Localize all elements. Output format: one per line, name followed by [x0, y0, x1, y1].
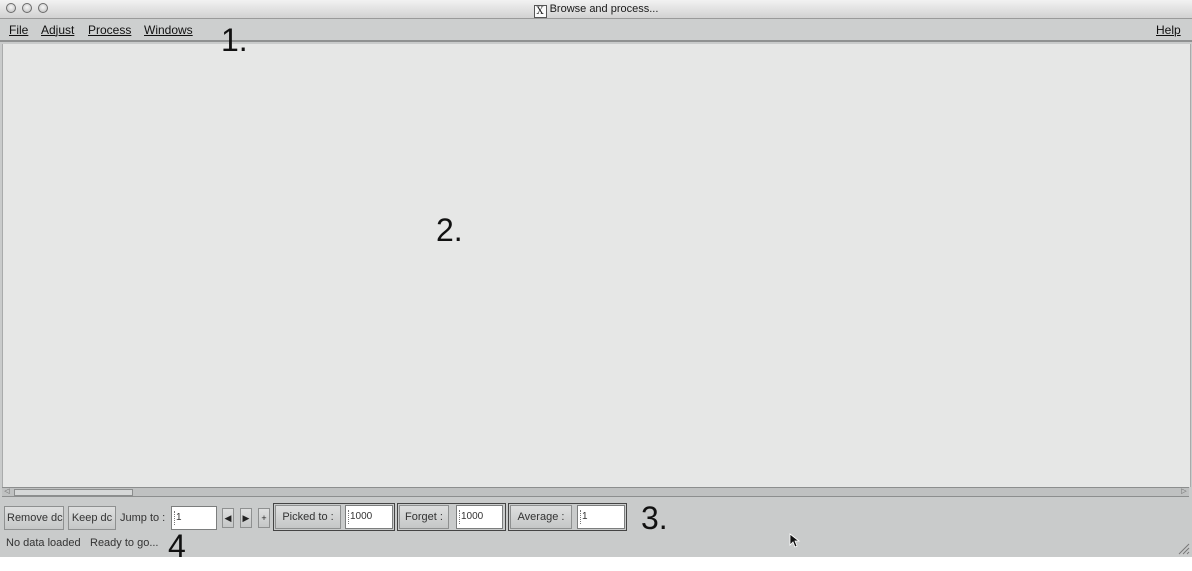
scroll-thumb[interactable]: [14, 489, 133, 496]
browse-and-process-window: X Browse and process... File Adjust Proce…: [0, 0, 1192, 557]
horizontal-scrollbar[interactable]: ◁ ▷: [2, 487, 1189, 497]
status-state: Ready to go...: [90, 537, 159, 549]
average-group: Average : 1: [508, 503, 627, 531]
status-data: No data loaded: [6, 537, 81, 549]
average-input[interactable]: 1: [577, 505, 625, 529]
picked-to-group: Picked to : 1000: [273, 503, 395, 531]
picked-to-input[interactable]: 1000: [345, 505, 393, 529]
menu-file[interactable]: File: [9, 23, 28, 37]
jump-to-input[interactable]: 1: [171, 506, 217, 530]
keep-dc-button[interactable]: Keep dc: [68, 506, 116, 530]
menu-windows[interactable]: Windows: [144, 23, 193, 37]
scroll-left-arrow-icon[interactable]: ◁: [2, 488, 12, 496]
annotation-1: 1.: [221, 22, 248, 58]
forget-input[interactable]: 1000: [456, 505, 503, 529]
display-canvas[interactable]: [2, 44, 1191, 487]
annotation-3: 3.: [641, 500, 668, 536]
next-button[interactable]: ▶: [240, 508, 252, 528]
mouse-pointer-icon: [789, 533, 801, 548]
window-title-wrap: X Browse and process...: [0, 0, 1192, 18]
title-bar: X Browse and process...: [0, 0, 1192, 19]
forget-button[interactable]: Forget :: [399, 505, 449, 529]
menu-adjust[interactable]: Adjust: [41, 23, 74, 37]
scroll-right-arrow-icon[interactable]: ▷: [1179, 488, 1189, 496]
jump-to-label: Jump to :: [120, 512, 166, 524]
average-button[interactable]: Average :: [510, 505, 572, 529]
forget-group: Forget : 1000: [397, 503, 506, 531]
window-title: Browse and process...: [549, 3, 659, 15]
annotation-4: 4: [168, 528, 186, 564]
picked-to-button[interactable]: Picked to :: [275, 505, 341, 529]
remove-dc-button[interactable]: Remove dc: [4, 506, 64, 530]
plus-button[interactable]: +: [258, 508, 270, 528]
menu-help[interactable]: Help: [1156, 23, 1181, 37]
menu-bar: File Adjust Process Windows Help: [0, 19, 1192, 42]
previous-button[interactable]: ◀: [222, 508, 234, 528]
x11-icon: X: [533, 5, 547, 18]
annotation-2: 2.: [436, 212, 463, 248]
menu-process[interactable]: Process: [88, 23, 131, 37]
resize-grip-icon[interactable]: [1176, 541, 1190, 555]
